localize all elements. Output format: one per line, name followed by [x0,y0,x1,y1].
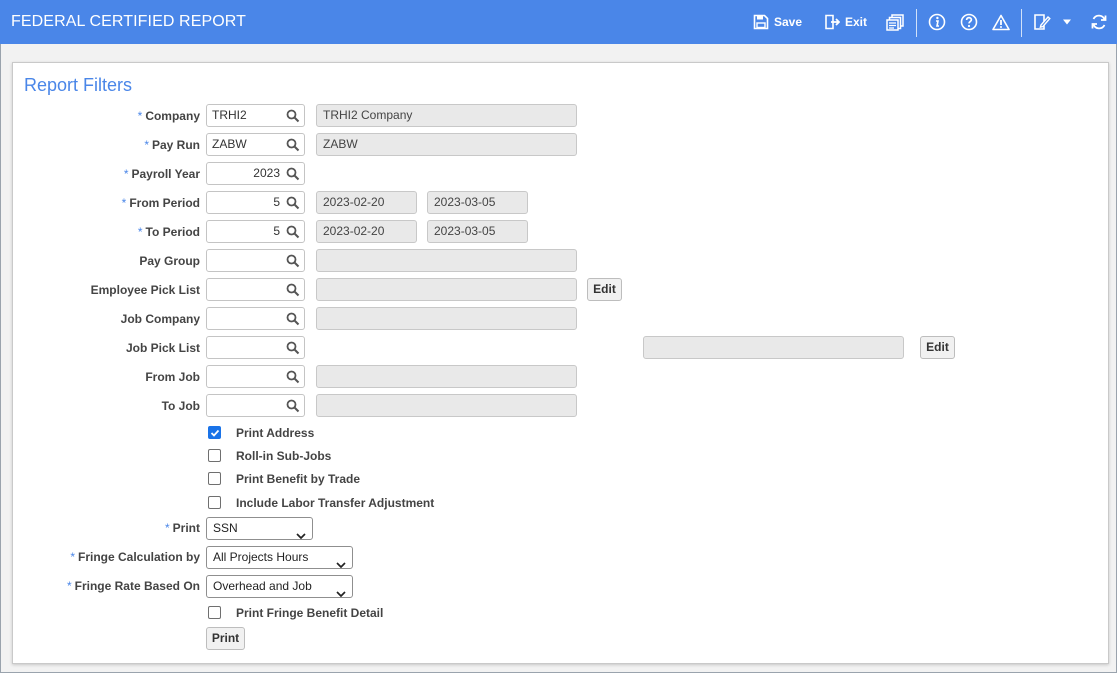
search-icon[interactable] [286,109,300,126]
roll-in-sub-jobs-label: Roll-in Sub-Jobs [236,449,332,463]
page-title: FEDERAL CERTIFIED REPORT [11,13,247,30]
to-job-description [316,394,577,417]
print-button[interactable]: Print [206,627,245,650]
pay-group-description [316,249,577,272]
pay-run-description: ZABW [316,133,577,156]
payroll-year-label: * Payroll Year [123,167,200,181]
print-fringe-benefit-detail-checkbox[interactable] [208,606,221,619]
search-icon[interactable] [286,167,300,184]
search-icon[interactable] [286,138,300,155]
from-job-input[interactable] [206,365,305,388]
search-icon[interactable] [286,341,300,358]
job-pick-list-edit-button[interactable]: Edit [920,336,955,359]
notes-dropdown-button[interactable] [1062,12,1072,32]
from-period-start-date: 2023-02-20 [316,191,417,214]
to-job-label: To Job [161,399,200,413]
chevron-down-icon [336,555,346,576]
job-pick-list-input[interactable] [206,336,305,359]
search-icon[interactable] [286,283,300,300]
info-icon [928,13,946,31]
include-labor-transfer-label: Include Labor Transfer Adjustment [236,496,435,510]
save-button[interactable]: Save [753,12,802,32]
from-period-label: * From Period [121,196,200,210]
pay-group-input[interactable] [206,249,305,272]
fringe-rate-label: * Fringe Rate Based On [66,579,200,593]
checkmark-icon [210,429,220,437]
panel-title: Report Filters [24,75,133,95]
toolbar-separator [916,9,917,37]
refresh-icon [1090,13,1108,31]
from-job-description [316,365,577,388]
job-pick-list-description [643,336,904,359]
fringe-rate-select[interactable]: Overhead and Job [206,575,353,598]
employee-pick-list-description [316,278,577,301]
save-label: Save [774,15,803,29]
print-select[interactable]: SSN [206,517,313,540]
include-labor-transfer-checkbox[interactable] [208,496,221,509]
fringe-calculation-select[interactable]: All Projects Hours [206,546,353,569]
exit-icon [824,14,840,30]
warning-icon [992,14,1010,31]
print-benefit-by-trade-label: Print Benefit by Trade [236,472,361,486]
job-company-input[interactable] [206,307,305,330]
job-company-description [316,307,577,330]
from-job-label: From Job [145,370,200,384]
print-fringe-benefit-detail-label: Print Fringe Benefit Detail [236,606,384,620]
exit-button[interactable]: Exit [824,12,867,32]
roll-in-sub-jobs-checkbox[interactable] [208,449,221,462]
help-button[interactable] [960,12,978,32]
from-period-end-date: 2023-03-05 [427,191,528,214]
company-label: * Company [137,109,200,123]
chevron-down-icon [296,526,306,547]
employee-pick-list-label: Employee Pick List [90,283,200,297]
payroll-year-input[interactable]: 2023 [206,162,305,185]
pay-run-input[interactable]: ZABW [206,133,305,156]
search-icon[interactable] [286,225,300,242]
dropdown-caret-icon [1062,18,1072,26]
search-icon[interactable] [286,312,300,329]
note-icon [1033,13,1051,31]
save-icon [753,14,769,30]
search-icon[interactable] [286,196,300,213]
to-period-label: * To Period [137,225,200,239]
info-button[interactable] [928,12,946,32]
warning-button[interactable] [992,12,1010,32]
company-input[interactable]: TRHI2 [206,104,305,127]
to-period-start-date: 2023-02-20 [316,220,417,243]
search-icon[interactable] [286,254,300,271]
pay-run-label: * Pay Run [144,138,200,152]
reports-button[interactable] [886,12,904,32]
job-company-label: Job Company [120,312,200,326]
toolbar-separator [1021,9,1022,37]
company-description: TRHI2 Company [316,104,577,127]
note-button[interactable] [1033,12,1051,32]
help-icon [960,13,978,31]
print-address-label: Print Address [236,426,315,440]
print-address-checkbox[interactable] [208,426,221,439]
to-period-input[interactable]: 5 [206,220,305,243]
chevron-down-icon [336,584,346,605]
title-bar: FEDERAL CERTIFIED REPORT Save Exit [0,0,1117,44]
reports-icon [886,13,904,31]
job-pick-list-label: Job Pick List [125,341,200,355]
refresh-button[interactable] [1090,12,1108,32]
to-job-input[interactable] [206,394,305,417]
fringe-calculation-label: * Fringe Calculation by [70,550,200,564]
employee-pick-list-input[interactable] [206,278,305,301]
print-label: * Print [164,521,200,535]
print-benefit-by-trade-checkbox[interactable] [208,472,221,485]
to-period-end-date: 2023-03-05 [427,220,528,243]
search-icon[interactable] [286,370,300,387]
pay-group-label: Pay Group [139,254,200,268]
employee-pick-list-edit-button[interactable]: Edit [587,278,622,301]
from-period-input[interactable]: 5 [206,191,305,214]
exit-label: Exit [845,15,868,29]
search-icon[interactable] [286,399,300,416]
